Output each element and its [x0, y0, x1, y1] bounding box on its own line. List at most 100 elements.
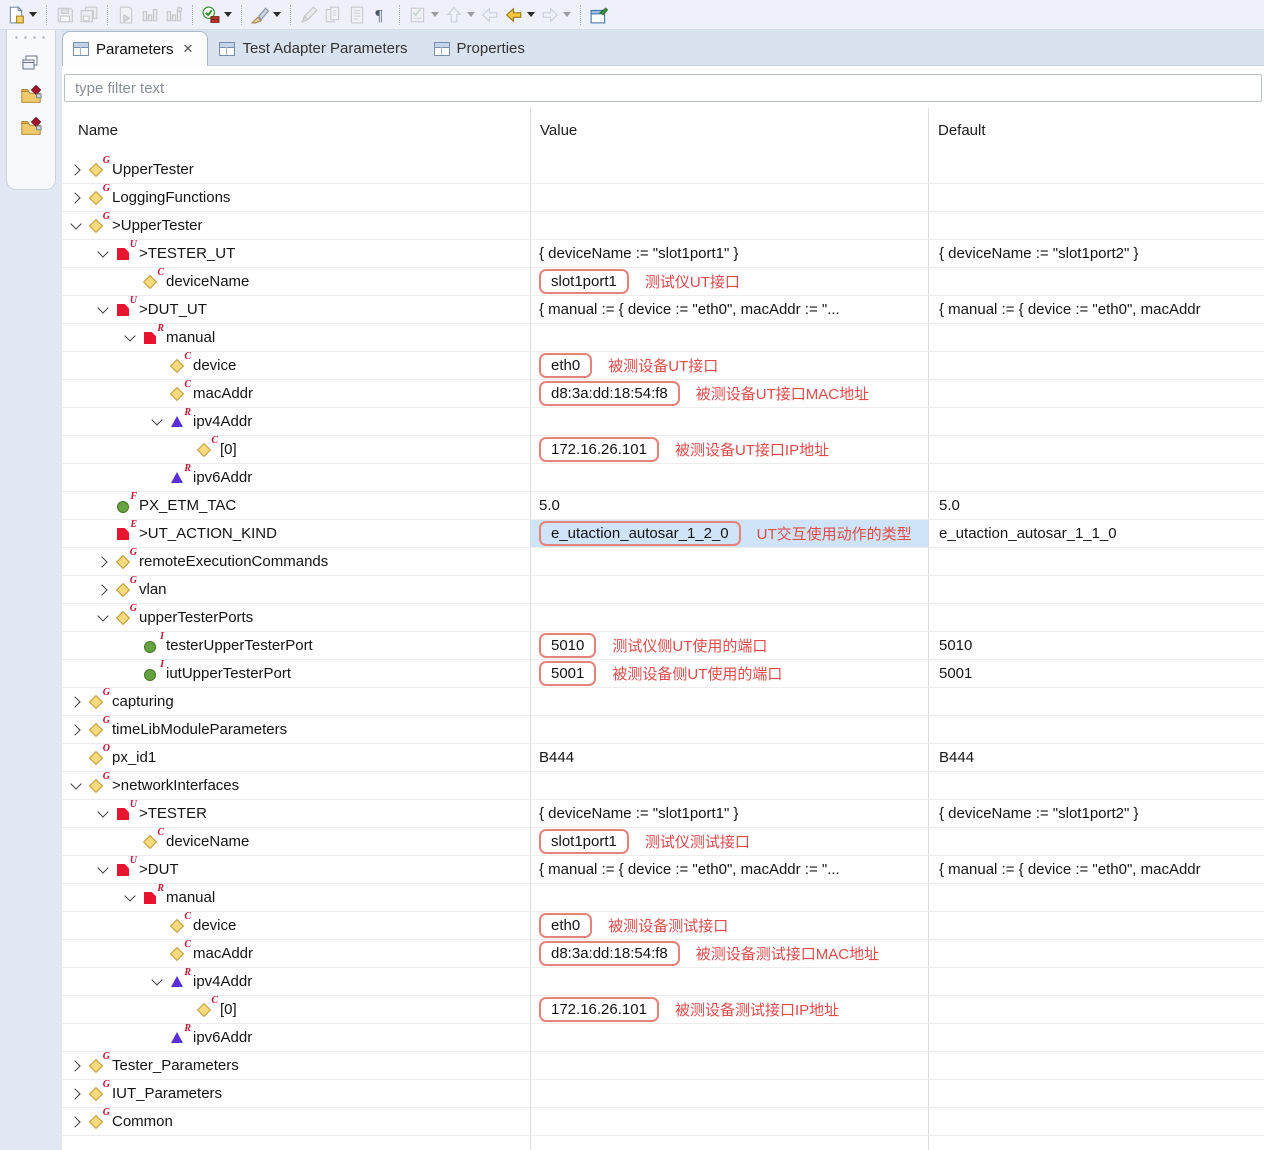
toolbar-button-log-b-icon[interactable]: [162, 3, 186, 27]
toolbar-button-nav-back-yellow-icon[interactable]: [502, 3, 538, 27]
chevron-right-icon[interactable]: [68, 161, 85, 178]
table-row[interactable]: U>DUT{ manual := { device := "eth0", mac…: [62, 856, 1264, 884]
value-cell[interactable]: d8:3a:dd:18:54:f8被测设备UT接口MAC地址: [531, 380, 928, 407]
value-highlight-box[interactable]: 5010: [539, 633, 596, 658]
toolbar-button-doc-icon[interactable]: [345, 3, 369, 27]
table-row[interactable]: GIUT_Parameters: [62, 1080, 1264, 1108]
value-cell[interactable]: [531, 324, 928, 351]
toolbar-button-validate-icon[interactable]: [199, 3, 235, 27]
column-header-value[interactable]: Value: [540, 122, 577, 139]
table-row[interactable]: U>DUT_UT{ manual := { device := "eth0", …: [62, 296, 1264, 324]
table-row[interactable]: Cdeviceeth0被测设备UT接口: [62, 352, 1264, 380]
value-highlight-box[interactable]: eth0: [539, 353, 592, 378]
table-row[interactable]: GupperTesterPorts: [62, 604, 1264, 632]
toolbar-button-new-window-icon[interactable]: [587, 3, 611, 27]
table-row[interactable]: IiutUpperTesterPort5001被测设备侧UT使用的端口5001: [62, 660, 1264, 688]
table-row[interactable]: GtimeLibModuleParameters: [62, 716, 1264, 744]
chevron-right-icon[interactable]: [68, 189, 85, 206]
value-cell[interactable]: [531, 156, 928, 183]
table-row[interactable]: CdeviceNameslot1port1测试仪测试接口: [62, 828, 1264, 856]
value-cell[interactable]: 172.16.26.101被测设备UT接口IP地址: [531, 436, 928, 463]
chevron-down-icon[interactable]: [68, 217, 85, 234]
value-cell[interactable]: [531, 184, 928, 211]
value-highlight-box[interactable]: 5001: [539, 661, 596, 686]
table-row[interactable]: Gcapturing: [62, 688, 1264, 716]
chevron-right-icon[interactable]: [68, 1113, 85, 1130]
value-cell[interactable]: 172.16.26.101被测设备测试接口IP地址: [531, 996, 928, 1023]
folder-view-icon[interactable]: [20, 85, 42, 105]
value-cell[interactable]: 5.0: [531, 492, 928, 519]
value-cell[interactable]: [531, 688, 928, 715]
value-cell[interactable]: B444: [531, 744, 928, 771]
table-row[interactable]: Rmanual: [62, 324, 1264, 352]
value-cell[interactable]: slot1port1测试仪UT接口: [531, 268, 928, 295]
table-row[interactable]: GremoteExecutionCommands: [62, 548, 1264, 576]
tab-parameters[interactable]: Parameters ✕: [62, 31, 208, 66]
table-row[interactable]: GCommon: [62, 1108, 1264, 1136]
tab-test-adapter-parameters[interactable]: Test Adapter Parameters: [208, 31, 422, 65]
value-cell[interactable]: eth0被测设备UT接口: [531, 352, 928, 379]
filter-input[interactable]: [64, 74, 1262, 102]
value-cell[interactable]: [531, 212, 928, 239]
toolbar-button-log-a-icon[interactable]: [138, 3, 162, 27]
value-cell[interactable]: [531, 968, 928, 995]
toolbar-button-arrow-up-icon[interactable]: [442, 3, 478, 27]
chevron-down-icon[interactable]: [149, 413, 166, 430]
value-cell[interactable]: [531, 884, 928, 911]
table-row[interactable]: CmacAddrd8:3a:dd:18:54:f8被测设备测试接口MAC地址: [62, 940, 1264, 968]
value-cell[interactable]: [531, 772, 928, 799]
value-highlight-box[interactable]: slot1port1: [539, 269, 629, 294]
value-cell[interactable]: [531, 1052, 928, 1079]
chevron-right-icon[interactable]: [95, 581, 112, 598]
dropdown-arrow-icon[interactable]: [29, 12, 37, 17]
toolbar-button-pencil-icon[interactable]: [297, 3, 321, 27]
value-highlight-box[interactable]: 172.16.26.101: [539, 437, 659, 462]
table-row[interactable]: Opx_id1B444B444: [62, 744, 1264, 772]
table-row[interactable]: ItesterUpperTesterPort5010测试仪侧UT使用的端口501…: [62, 632, 1264, 660]
toolbar-button-new-file-icon[interactable]: [4, 3, 40, 27]
table-row[interactable]: Ripv4Addr: [62, 408, 1264, 436]
chevron-down-icon[interactable]: [149, 973, 166, 990]
toolbar-button-save-all-icon[interactable]: [77, 3, 101, 27]
value-highlight-box[interactable]: eth0: [539, 913, 592, 938]
table-row[interactable]: U>TESTER_UT{ deviceName := "slot1port1" …: [62, 240, 1264, 268]
table-row[interactable]: Cdeviceeth0被测设备测试接口: [62, 912, 1264, 940]
rail-drag-handle[interactable]: ▪ ▪ ▪ ▪: [15, 35, 47, 41]
column-header-name[interactable]: Name: [78, 122, 118, 139]
value-cell[interactable]: [531, 1024, 928, 1051]
param-value[interactable]: B444: [539, 749, 574, 766]
value-cell[interactable]: d8:3a:dd:18:54:f8被测设备测试接口MAC地址: [531, 940, 928, 967]
dropdown-arrow-icon[interactable]: [563, 12, 571, 17]
value-cell[interactable]: { deviceName := "slot1port1" }: [531, 800, 928, 827]
toolbar-button-copy-doc-icon[interactable]: [321, 3, 345, 27]
table-row[interactable]: U>TESTER{ deviceName := "slot1port1" }{ …: [62, 800, 1264, 828]
tab-properties[interactable]: Properties: [423, 31, 540, 65]
value-highlight-box[interactable]: e_utaction_autosar_1_2_0: [539, 521, 741, 546]
table-row[interactable]: Rmanual: [62, 884, 1264, 912]
value-cell[interactable]: [531, 548, 928, 575]
param-value[interactable]: { deviceName := "slot1port1" }: [539, 805, 739, 822]
toolbar-button-nav-back-icon[interactable]: [478, 3, 502, 27]
table-row[interactable]: E>UT_ACTION_KINDe_utaction_autosar_1_2_0…: [62, 520, 1264, 548]
param-value[interactable]: { manual := { device := "eth0", macAddr …: [539, 861, 840, 878]
table-row[interactable]: Ripv4Addr: [62, 968, 1264, 996]
dropdown-arrow-icon[interactable]: [527, 12, 535, 17]
chevron-right-icon[interactable]: [95, 553, 112, 570]
table-row[interactable]: Gvlan: [62, 576, 1264, 604]
table-row[interactable]: GLoggingFunctions: [62, 184, 1264, 212]
folder-view-icon[interactable]: [20, 117, 42, 137]
param-value[interactable]: { deviceName := "slot1port1" }: [539, 245, 739, 262]
value-cell[interactable]: slot1port1测试仪测试接口: [531, 828, 928, 855]
value-cell[interactable]: eth0被测设备测试接口: [531, 912, 928, 939]
value-cell[interactable]: { manual := { device := "eth0", macAddr …: [531, 296, 928, 323]
toolbar-button-save-icon[interactable]: [53, 3, 77, 27]
table-row[interactable]: GUpperTester: [62, 156, 1264, 184]
chevron-down-icon[interactable]: [95, 609, 112, 626]
value-cell[interactable]: e_utaction_autosar_1_2_0UT交互使用动作的类型: [531, 520, 928, 547]
table-row[interactable]: G>networkInterfaces: [62, 772, 1264, 800]
value-cell[interactable]: [531, 576, 928, 603]
value-cell[interactable]: [531, 604, 928, 631]
value-highlight-box[interactable]: slot1port1: [539, 829, 629, 854]
value-cell[interactable]: [531, 464, 928, 491]
close-icon[interactable]: ✕: [183, 41, 194, 57]
